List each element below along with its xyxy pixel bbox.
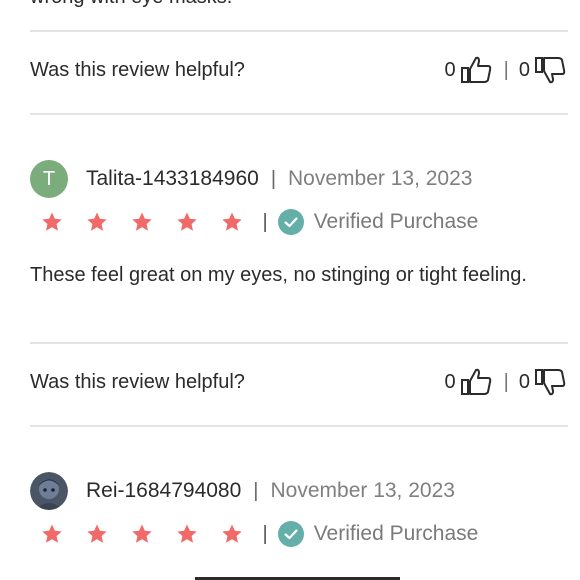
downvote-count: 0 [518,370,530,393]
upvote-count: 0 [444,370,456,393]
helpful-row: Was this review helpful? 0 | 0 [30,362,568,402]
star-icon [177,212,197,231]
vote-controls: 0 | 0 [445,55,568,85]
star-icon [132,524,152,543]
star-icon [132,212,152,231]
verified-check-icon [277,521,304,547]
star-icon [87,524,107,543]
thumbs-up-icon[interactable] [460,55,494,85]
star-icon [42,524,62,543]
reviewer-header: T Talita-1433184960 | November 13, 2023 [30,160,472,198]
divider [30,342,568,344]
upvote-count: 0 [444,58,456,81]
separator: | [253,479,259,502]
previous-review-text: wrong with eye masks. [30,0,232,9]
verified-purchase-label: Verified Purchase [313,522,479,545]
rating-row: | Verified Purchase [30,519,478,549]
helpful-row: Was this review helpful? 0 | 0 [30,50,568,90]
star-icon [222,212,242,231]
separator: | [262,210,268,233]
vote-separator: | [503,58,509,81]
downvote-count: 0 [518,58,530,81]
thumbs-down-icon[interactable] [534,55,568,85]
divider [30,30,568,32]
review-date: November 13, 2023 [270,479,455,502]
verified-purchase-label: Verified Purchase [313,210,479,233]
star-icon [87,212,107,231]
reviewer-name: Rei-1684794080 [86,479,242,502]
divider [30,113,568,115]
clipped-review-body [30,572,560,580]
review-body: These feel great on my eyes, no stinging… [30,264,527,286]
avatar [30,472,68,510]
star-icon [177,524,197,543]
thumbs-down-icon[interactable] [534,367,568,397]
rating-row: | Verified Purchase [30,207,478,237]
reviewer-header: Rei-1684794080 | November 13, 2023 [30,472,455,510]
separator: | [270,167,277,190]
avatar-photo [30,472,68,510]
divider [30,425,568,427]
helpful-question: Was this review helpful? [30,370,245,393]
avatar: T [30,160,68,198]
thumbs-up-icon[interactable] [460,367,494,397]
reviewer-name: Talita-1433184960 [86,167,259,190]
verified-check-icon [277,209,304,235]
star-icon [42,212,62,231]
separator: | [262,522,268,545]
vote-separator: | [503,370,509,393]
review-date: November 13, 2023 [288,167,473,190]
vote-controls: 0 | 0 [445,367,568,397]
helpful-question: Was this review helpful? [30,58,245,81]
star-icon [222,524,242,543]
